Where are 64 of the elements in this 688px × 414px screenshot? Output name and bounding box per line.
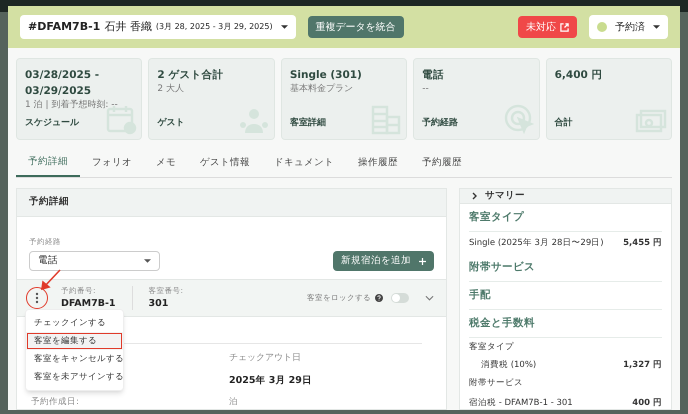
- field-label: 予約作成日:: [31, 396, 80, 408]
- cursor-click-icon: [502, 103, 535, 135]
- line-label: 宿泊税 - DFAM7B-1 - 301: [469, 396, 573, 410]
- section-heading: 税金と手数料: [469, 316, 535, 331]
- card-label: スケジュール: [25, 116, 79, 130]
- plus-icon: [419, 258, 426, 264]
- status-select[interactable]: 予約済: [589, 15, 668, 39]
- booking-select[interactable]: #DFAM7B-1 石井 香織 (3月 28, 2025 - 3月 29, 2025): [20, 15, 296, 39]
- help-icon: [375, 294, 383, 302]
- card-subtitle: 2 大人: [157, 83, 185, 96]
- tab[interactable]: ドキュメント: [262, 150, 346, 177]
- external-link-icon: [560, 22, 569, 32]
- menu-item[interactable]: 客室を編集する: [26, 332, 123, 350]
- menu-item[interactable]: 客室を未アサインする: [26, 368, 123, 386]
- lock-toggle[interactable]: [391, 293, 409, 303]
- line-amount: 400 円: [632, 396, 662, 410]
- caret-icon: [280, 25, 288, 29]
- field-label: チェックアウト日: [229, 352, 302, 365]
- more-vertical-icon[interactable]: [35, 292, 39, 304]
- room-number: 301: [148, 296, 170, 310]
- field-label: 泊: [229, 396, 238, 408]
- channel-select[interactable]: 電話: [29, 251, 160, 271]
- card-subtitle: 基本料金プラン: [290, 83, 354, 96]
- tab[interactable]: メモ: [144, 150, 188, 177]
- card-label: ゲスト: [157, 116, 184, 130]
- booking-number: DFAM7B-1: [61, 296, 116, 310]
- menu-item[interactable]: チェックインする: [26, 314, 123, 332]
- alert-button[interactable]: 未対応: [518, 16, 577, 38]
- subsection-label: 附帯サービス: [469, 376, 523, 390]
- menu-item[interactable]: 客室をキャンセルする: [26, 350, 123, 368]
- card-title: 電話: [422, 68, 446, 83]
- section-heading: 手配: [469, 288, 491, 303]
- tab[interactable]: 予約詳細: [16, 150, 80, 177]
- card-label: 客室詳細: [290, 116, 326, 130]
- tab[interactable]: フォリオ: [80, 150, 144, 177]
- card-label: 合計: [554, 116, 573, 130]
- line-amount: 1,327 円: [623, 358, 662, 372]
- chevron-right-icon: [472, 192, 477, 200]
- section-heading: 客室タイプ: [469, 210, 524, 225]
- line-label: Single (2025年 3月 28日〜29日): [469, 236, 604, 250]
- tab[interactable]: 操作履歴: [346, 150, 410, 177]
- panel-title: 予約詳細: [29, 195, 69, 210]
- line-amount: 5,455 円: [623, 236, 662, 250]
- caret-icon: [653, 25, 660, 29]
- section-heading: 附帯サービス: [469, 260, 535, 275]
- card-label: 予約経路: [422, 116, 458, 130]
- chevron-down-icon: [425, 295, 434, 301]
- tab[interactable]: 予約履歴: [410, 150, 474, 177]
- merge-button[interactable]: 重複データを統合: [308, 16, 404, 38]
- add-stay-button[interactable]: 新規宿泊を追加: [333, 251, 434, 271]
- subsection-label: 客室タイプ: [469, 340, 514, 354]
- tab[interactable]: ゲスト情報: [188, 150, 262, 177]
- calendar-icon: [105, 103, 138, 135]
- card-title: Single (301): [290, 68, 363, 83]
- card-title: 6,400 円: [554, 68, 604, 83]
- card-subtitle: 1 泊 | 到着予想時刻: --: [25, 99, 119, 112]
- checkout-date: 2025年 3月 29日: [229, 374, 313, 388]
- panel-title: サマリー: [485, 189, 525, 203]
- caret-icon: [144, 259, 151, 263]
- card-title: 03/28/2025 - 03/29/2025: [25, 68, 100, 99]
- card-subtitle: --: [422, 83, 430, 96]
- line-label: 消費税 (10%): [481, 358, 536, 372]
- annotation-arrow: [40, 269, 62, 291]
- card-title: 2 ゲスト合計: [157, 68, 224, 83]
